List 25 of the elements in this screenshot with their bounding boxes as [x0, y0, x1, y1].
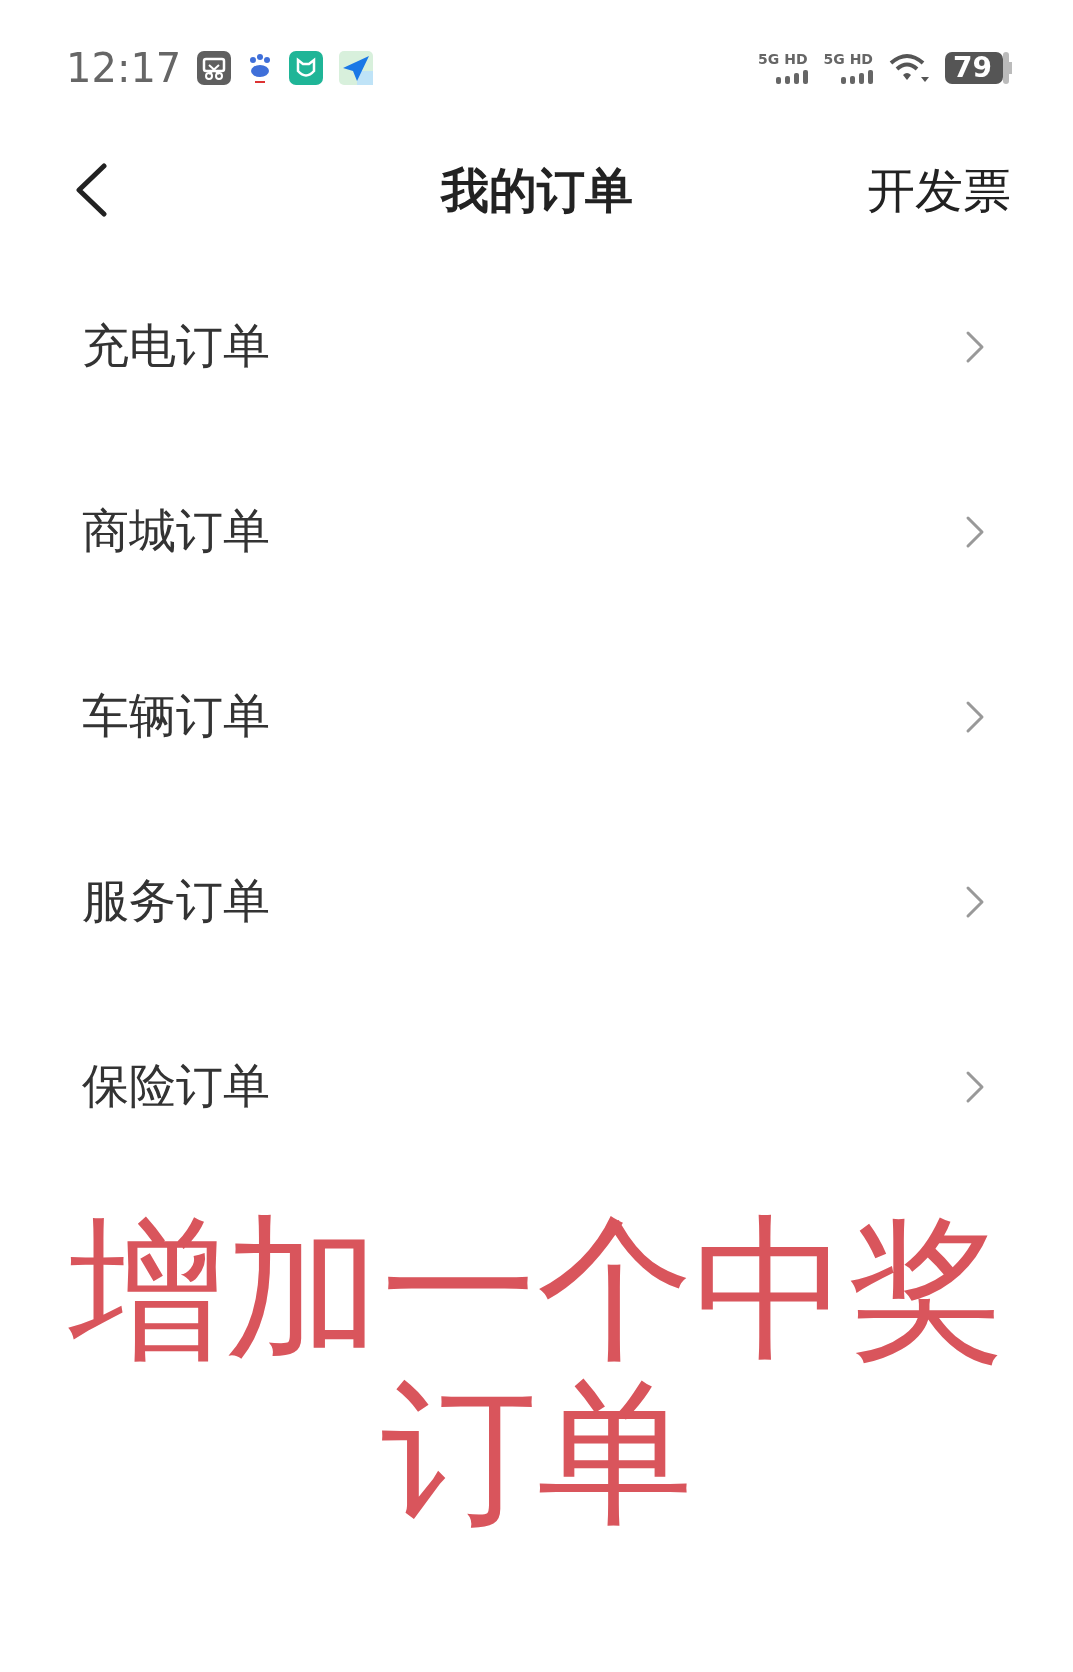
screenshot-app-icon: [197, 50, 232, 85]
paper-plane-map-icon: [339, 50, 374, 85]
chevron-right-icon: [965, 699, 985, 734]
battery-tip-icon: [1003, 51, 1013, 84]
chevron-right-icon: [965, 329, 985, 364]
chevron-right-icon: [965, 1069, 985, 1104]
cat-face-app-icon: [289, 50, 324, 85]
order-menu-item[interactable]: 服务订单: [0, 809, 1073, 994]
order-menu-item[interactable]: 商城订单: [0, 439, 1073, 624]
battery-level: 79: [945, 51, 1003, 84]
chevron-right-icon: [965, 514, 985, 549]
order-menu-item[interactable]: 保险订单: [0, 994, 1073, 1179]
invoice-link[interactable]: 开发票: [867, 154, 1011, 226]
wifi-icon: [889, 51, 929, 84]
network-label: 5G HD: [823, 51, 873, 66]
chevron-right-icon: [965, 884, 985, 919]
status-time: 12:17: [66, 43, 182, 93]
network-label: 5G HD: [758, 51, 808, 66]
signal-icon: [775, 69, 808, 84]
page-title: 我的订单: [440, 162, 633, 218]
caption-text: 增加一个中奖订单: [67, 1207, 1006, 1535]
signal-icon: [841, 69, 873, 84]
order-menu-item[interactable]: 充电订单: [0, 254, 1073, 439]
back-button[interactable]: [74, 163, 108, 217]
order-menu-item[interactable]: 车辆订单: [0, 624, 1073, 809]
